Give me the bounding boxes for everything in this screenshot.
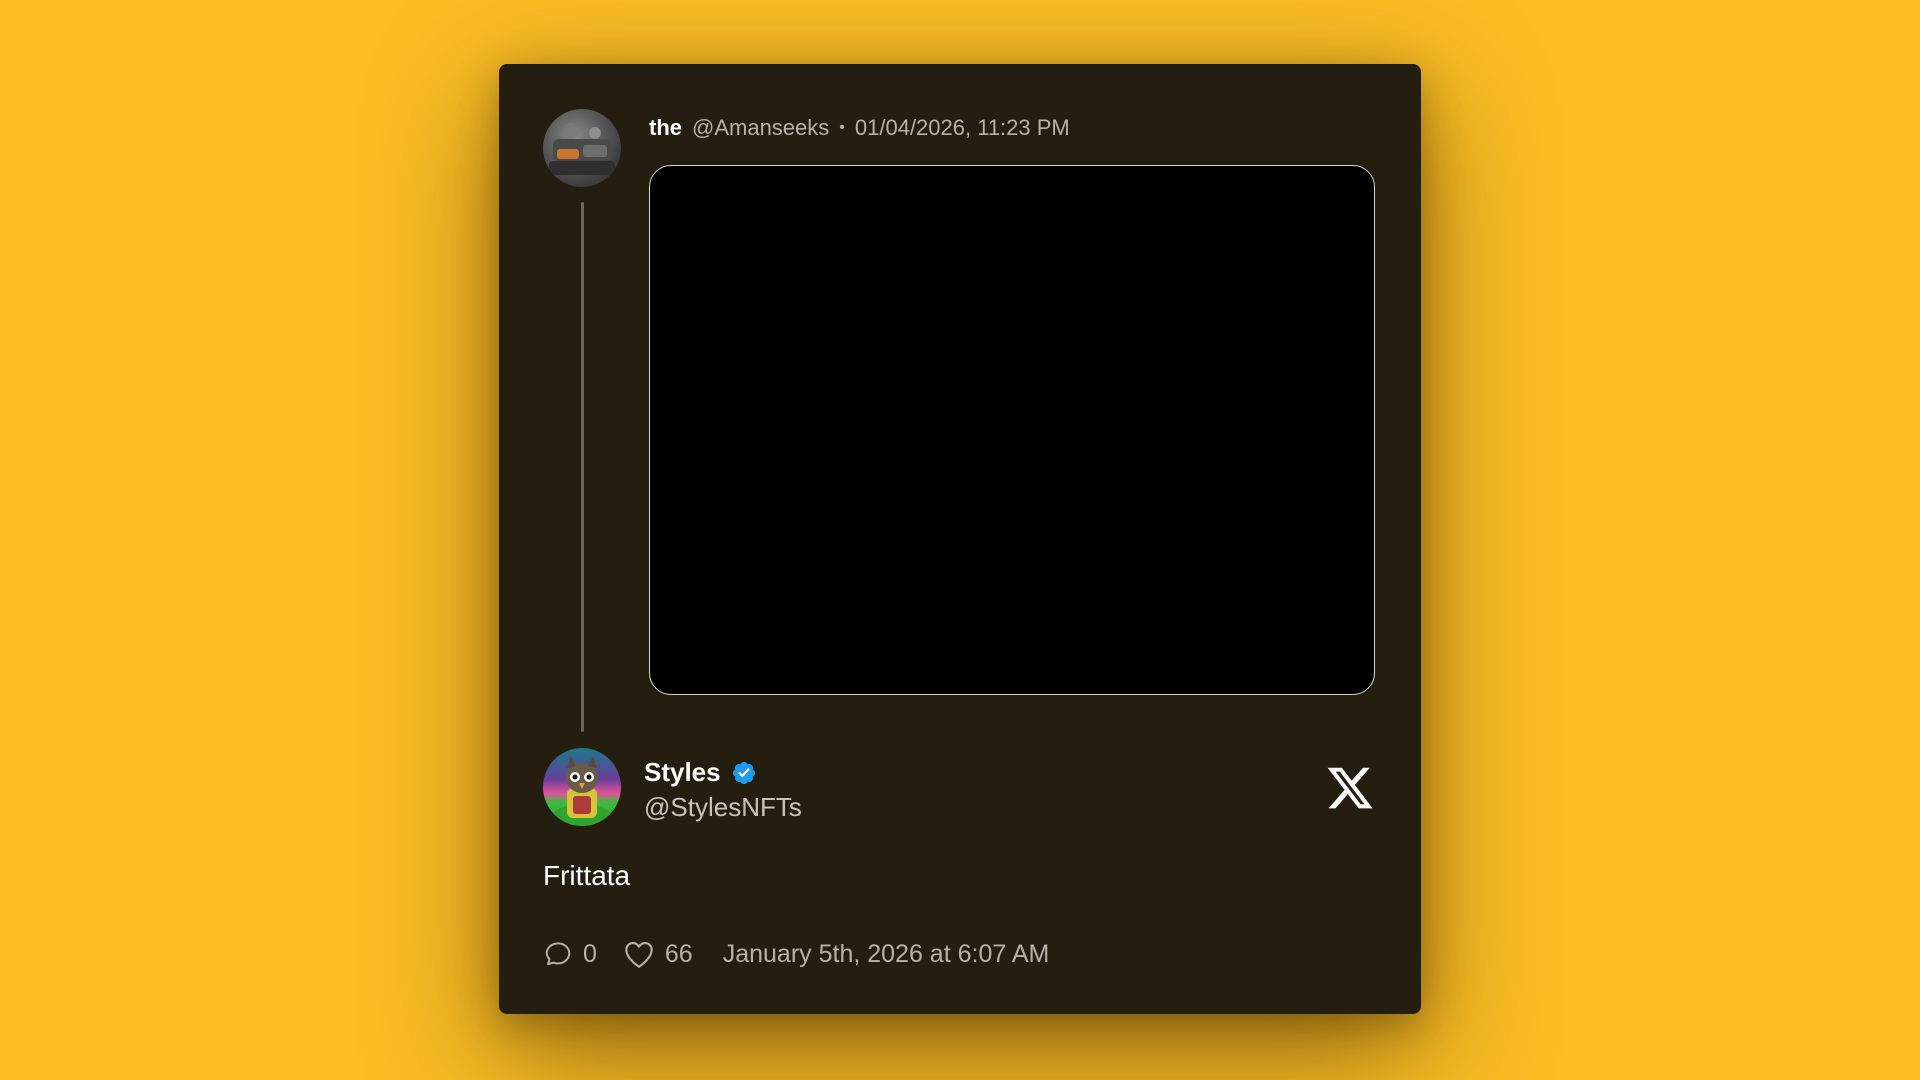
parent-timestamp[interactable]: 01/04/2026, 11:23 PM [855,115,1070,141]
parent-avatar[interactable] [543,109,621,187]
tweet-card: the @Amanseeks • 01/04/2026, 11:23 PM St… [499,64,1421,1014]
replies-count: 0 [583,939,597,968]
tweet-date[interactable]: January 5th, 2026 at 6:07 AM [723,940,1050,969]
parent-display-name[interactable]: the [649,115,682,141]
parent-tweet-header: the @Amanseeks • 01/04/2026, 11:23 PM [649,112,1070,144]
author-avatar[interactable] [543,748,621,826]
heart-icon[interactable] [623,939,655,969]
likes-count: 66 [664,939,693,968]
parent-media[interactable] [649,165,1375,695]
tweet-footer: 0 66 January 5th, 2026 at 6:07 AM [543,934,1049,974]
tweet-text: Frittata [543,860,631,891]
verified-badge-icon [731,760,757,786]
replies-stat[interactable]: 0 [543,939,597,969]
likes-stat[interactable]: 66 [623,939,693,969]
thread-connector-line [581,202,584,732]
author-handle[interactable]: @StylesNFTs [644,792,802,823]
author-display-name[interactable]: Styles [644,757,721,788]
parent-handle[interactable]: @Amanseeks [692,115,829,141]
x-logo-icon[interactable] [1325,763,1375,813]
header-separator: • [839,119,845,136]
author-name-row: Styles [644,757,757,788]
comment-bubble-icon[interactable] [543,939,573,969]
